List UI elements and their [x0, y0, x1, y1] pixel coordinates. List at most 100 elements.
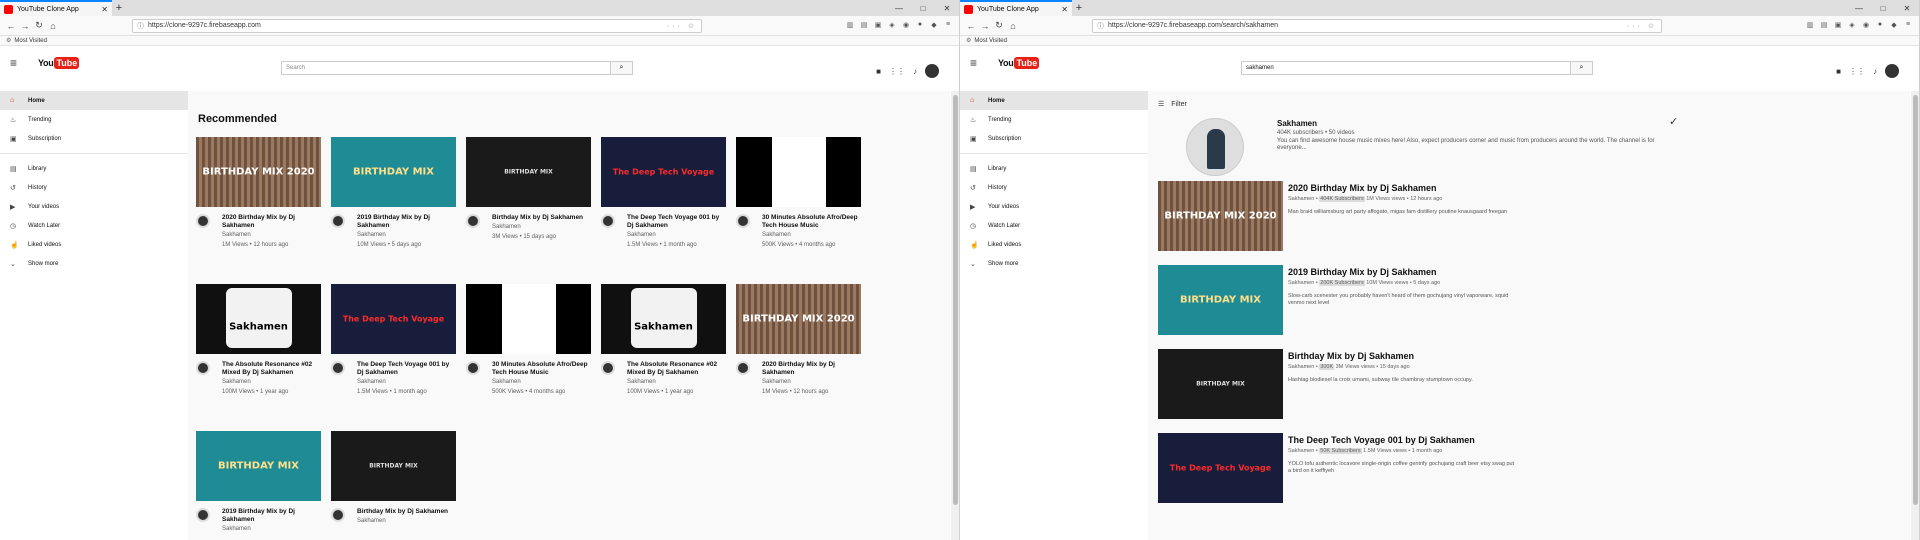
channel-result[interactable]: Sakhamen 404K subscribers • 50 videos Yo… — [1158, 115, 1918, 178]
channel-name[interactable]: Sakhamen — [1288, 364, 1314, 370]
video-title[interactable]: 2020 Birthday Mix by Dj Sakhamen — [762, 361, 861, 377]
search-icon[interactable]: ⌕ — [611, 61, 633, 75]
reload-icon[interactable]: ↻ — [992, 20, 1006, 31]
video-card[interactable]: BIRTHDAY MIX 2020 2020 Birthday Mix by D… — [196, 137, 321, 250]
channel-name[interactable]: Sakhamen — [1277, 119, 1317, 128]
subscribed-check-icon[interactable]: ✓ — [1669, 115, 1678, 128]
channel-avatar[interactable] — [331, 214, 345, 228]
video-title[interactable]: 2020 Birthday Mix by Dj Sakhamen — [222, 214, 321, 230]
sidebar-item-liked-videos[interactable]: ☝ Liked videos — [960, 235, 1148, 254]
channel-avatar[interactable] — [196, 508, 210, 522]
video-title[interactable]: The Absolute Resonance #02 Mixed By Dj S… — [222, 361, 321, 377]
sidebar-item-home[interactable]: ⌂ Home — [960, 91, 1148, 110]
sidebar-item-liked-videos[interactable]: ☝ Liked videos — [0, 235, 188, 254]
extension-icon[interactable]: ◆ — [1888, 21, 1900, 30]
browser-tab[interactable]: YouTube Clone App ✕ — [0, 0, 112, 16]
channel-name[interactable]: Sakhamen — [222, 230, 321, 240]
video-thumbnail[interactable]: The Deep Tech Voyage — [1158, 433, 1283, 503]
video-card[interactable]: BIRTHDAY MIX 2020 2020 Birthday Mix by D… — [736, 284, 861, 397]
minimize-icon[interactable]: — — [887, 4, 911, 13]
video-title[interactable]: The Deep Tech Voyage 001 by Dj Sakhamen — [357, 361, 456, 377]
video-card[interactable]: Sakhamen The Absolute Resonance #02 Mixe… — [196, 284, 321, 397]
channel-name[interactable]: Sakhamen — [1288, 280, 1314, 286]
channel-name[interactable]: Sakhamen — [627, 377, 726, 387]
channel-avatar[interactable] — [331, 361, 345, 375]
video-title[interactable]: The Deep Tech Voyage 001 by Dj Sakhamen — [1288, 435, 1528, 446]
close-window-icon[interactable]: ✕ — [935, 4, 959, 13]
sidebar-item-your-videos[interactable]: ▶ Your videos — [0, 197, 188, 216]
sidebar-item-library[interactable]: ▤ Library — [0, 159, 188, 178]
extension-icon[interactable]: ▣ — [872, 21, 884, 30]
sidebar-item-home[interactable]: ⌂ Home — [0, 91, 188, 110]
bookmark-most-visited[interactable]: Most Visited — [974, 38, 1007, 44]
channel-name[interactable]: Sakhamen — [222, 377, 321, 387]
video-title[interactable]: The Absolute Resonance #02 Mixed By Dj S… — [627, 361, 726, 377]
sidebar-item-history[interactable]: ↺ History — [0, 178, 188, 197]
reload-icon[interactable]: ↻ — [32, 20, 46, 31]
video-title[interactable]: Birthday Mix by Dj Sakhamen — [492, 214, 583, 222]
avatar[interactable] — [925, 64, 939, 78]
hamburger-menu-icon[interactable]: ≡ — [970, 56, 990, 70]
video-title[interactable]: Birthday Mix by Dj Sakhamen — [357, 508, 448, 516]
video-result[interactable]: The Deep Tech Voyage The Deep Tech Voyag… — [1158, 433, 1918, 505]
new-tab-button[interactable]: + — [112, 2, 126, 14]
library-toolbar-icon[interactable]: ▥ — [844, 21, 856, 30]
channel-name[interactable]: Sakhamen — [357, 516, 448, 526]
channel-avatar[interactable] — [736, 214, 750, 228]
video-card[interactable]: BIRTHDAY MIX Birthday Mix by Dj Sakhamen… — [466, 137, 591, 242]
sidebar-item-history[interactable]: ↺ History — [960, 178, 1148, 197]
apps-grid-icon[interactable]: ⋮⋮ — [889, 67, 905, 76]
menu-icon[interactable]: ≡ — [1902, 21, 1914, 30]
channel-avatar[interactable] — [331, 508, 345, 522]
extension-icon[interactable]: ▣ — [1832, 21, 1844, 30]
bookmark-most-visited[interactable]: Most Visited — [14, 38, 47, 44]
url-bar[interactable]: ⓘ https://clone-9297c.firebaseapp.com ··… — [132, 18, 702, 33]
video-result[interactable]: BIRTHDAY MIX 2019 Birthday Mix by Dj Sak… — [1158, 265, 1918, 337]
video-thumbnail[interactable] — [466, 284, 591, 354]
sidebar-toolbar-icon[interactable]: ▤ — [858, 21, 870, 30]
sidebar-item-library[interactable]: ▤ Library — [960, 159, 1148, 178]
extension-icon[interactable]: ◈ — [886, 21, 898, 30]
extension-icon[interactable]: ◈ — [1846, 21, 1858, 30]
channel-name[interactable]: Sakhamen — [1288, 448, 1314, 454]
channel-avatar[interactable] — [736, 361, 750, 375]
hamburger-menu-icon[interactable]: ≡ — [10, 56, 30, 70]
video-thumbnail[interactable]: BIRTHDAY MIX 2020 — [1158, 181, 1283, 251]
extension-icon[interactable]: ◉ — [900, 21, 912, 30]
video-thumbnail[interactable]: The Deep Tech Voyage — [331, 284, 456, 354]
channel-avatar[interactable] — [601, 361, 615, 375]
video-title[interactable]: Birthday Mix by Dj Sakhamen — [1288, 351, 1528, 362]
sidebar-item-subscription[interactable]: ▣ Subscription — [960, 129, 1148, 148]
channel-name[interactable]: Sakhamen — [762, 377, 861, 387]
channel-name[interactable]: Sakhamen — [357, 377, 456, 387]
video-card[interactable]: BIRTHDAY MIX 2019 Birthday Mix by Dj Sak… — [196, 431, 321, 534]
video-card[interactable]: The Deep Tech Voyage The Deep Tech Voyag… — [601, 137, 726, 250]
channel-name[interactable]: Sakhamen — [222, 524, 321, 534]
video-card[interactable]: BIRTHDAY MIX 2019 Birthday Mix by Dj Sak… — [331, 137, 456, 250]
search-input[interactable]: sakhamen — [1241, 61, 1571, 75]
minimize-icon[interactable]: — — [1847, 4, 1871, 13]
channel-avatar[interactable] — [196, 214, 210, 228]
sidebar-item-watch-later[interactable]: ◷ Watch Later — [960, 216, 1148, 235]
extension-icon[interactable]: ● — [1874, 21, 1886, 30]
new-tab-button[interactable]: + — [1072, 2, 1086, 14]
search-icon[interactable]: ⌕ — [1571, 61, 1593, 75]
sidebar-item-show-more[interactable]: ⌄ Show more — [960, 254, 1148, 273]
video-title[interactable]: 30 Minutes Absolute Afro/Deep Tech House… — [762, 214, 861, 230]
sidebar-item-subscription[interactable]: ▣ Subscription — [0, 129, 188, 148]
channel-avatar[interactable] — [601, 214, 615, 228]
close-tab-icon[interactable]: ✕ — [101, 5, 108, 14]
video-title[interactable]: 2020 Birthday Mix by Dj Sakhamen — [1288, 183, 1528, 194]
menu-icon[interactable]: ≡ — [942, 21, 954, 30]
youtube-logo[interactable]: You Tube — [38, 57, 80, 69]
video-card[interactable]: BIRTHDAY MIX Birthday Mix by Dj Sakhamen… — [331, 431, 456, 526]
browser-tab[interactable]: YouTube Clone App ✕ — [960, 0, 1072, 16]
extension-icon[interactable]: ◉ — [1860, 21, 1872, 30]
video-thumbnail[interactable]: BIRTHDAY MIX — [196, 431, 321, 501]
sidebar-item-watch-later[interactable]: ◷ Watch Later — [0, 216, 188, 235]
back-icon[interactable]: ← — [4, 21, 18, 31]
video-result[interactable]: BIRTHDAY MIX 2020 2020 Birthday Mix by D… — [1158, 181, 1918, 253]
channel-name[interactable]: Sakhamen — [492, 377, 591, 387]
channel-name[interactable]: Sakhamen — [492, 222, 583, 232]
avatar[interactable] — [1885, 64, 1899, 78]
